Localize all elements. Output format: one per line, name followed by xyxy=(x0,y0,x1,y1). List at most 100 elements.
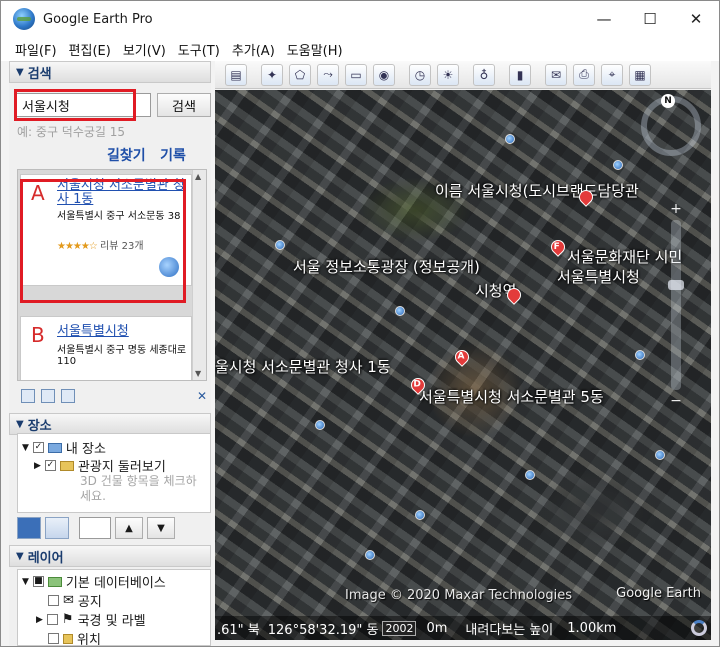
checkbox[interactable]: ■ xyxy=(32,576,44,587)
layer-label[interactable]: 공지 xyxy=(78,591,102,610)
earth-view[interactable]: 이름 서울시청(도시브랜드담당관 서울문화재단 시민 서울 정보소통광장 (정보… xyxy=(215,90,711,640)
result-title[interactable]: 서울특별시청 xyxy=(57,325,187,339)
sidebar-toggle-icon[interactable]: ▤ xyxy=(225,63,247,86)
tree-label[interactable]: 관광지 둘러보기 xyxy=(78,456,166,475)
map-label[interactable]: 서울 정보소통광장 (정보공개) xyxy=(293,256,480,277)
menu-file[interactable]: 파일(F) xyxy=(9,40,63,59)
map-label[interactable]: 서울특별시청 서소문별관 5동 xyxy=(419,386,604,407)
close-button[interactable]: ✕ xyxy=(673,1,719,37)
poi-icon[interactable] xyxy=(415,510,425,520)
email-icon[interactable]: ✉ xyxy=(545,63,567,86)
poi-icon[interactable] xyxy=(315,420,325,430)
search-panel-header[interactable]: ▼ 검색 xyxy=(9,61,211,83)
layers-panel-header[interactable]: ▼ 레이어 xyxy=(9,545,211,567)
checkbox[interactable] xyxy=(48,633,59,644)
layer-item[interactable]: 위치 xyxy=(48,629,101,645)
expand-icon[interactable]: ▼ xyxy=(22,443,29,453)
checkbox[interactable]: ✓ xyxy=(44,460,56,471)
checkbox[interactable]: ✓ xyxy=(32,442,44,453)
map-label[interactable]: 서울문화재단 시민 xyxy=(567,246,682,267)
menu-help[interactable]: 도움말(H) xyxy=(281,40,349,59)
tree-item-my-places[interactable]: ▼ ✓ 내 장소 xyxy=(22,438,106,457)
print-icon[interactable]: ⎙ xyxy=(573,63,595,86)
poi-icon[interactable] xyxy=(613,160,623,170)
directions-link[interactable]: 길찾기 xyxy=(107,148,146,164)
record-tour-icon[interactable]: ◉ xyxy=(373,63,395,86)
database-icon xyxy=(47,576,62,587)
tree-item-tour[interactable]: ▶ ✓ 관광지 둘러보기 xyxy=(34,456,166,475)
poi-icon[interactable] xyxy=(655,450,665,460)
menu-edit[interactable]: 편집(E) xyxy=(63,40,117,59)
add-folder-icon[interactable] xyxy=(21,389,35,403)
path-icon[interactable]: ⤳ xyxy=(317,63,339,86)
map-label[interactable]: 서울특별시청 xyxy=(557,266,640,287)
search-view-icon[interactable] xyxy=(17,517,41,539)
search-button[interactable]: 검색 xyxy=(157,93,211,117)
minimize-button[interactable]: — xyxy=(581,1,627,37)
scroll-down-icon[interactable]: ▼ xyxy=(195,369,201,378)
zoom-in-icon[interactable]: + xyxy=(669,202,683,216)
north-indicator[interactable]: N xyxy=(661,94,675,108)
collapse-triangle-icon: ▼ xyxy=(16,550,24,562)
menu-bar: 파일(F) 편집(E) 보기(V) 도구(T) 추가(A) 도움말(H) xyxy=(1,37,719,61)
poi-icon[interactable] xyxy=(365,550,375,560)
layer-item[interactable]: ▼ ■ 기본 데이터베이스 xyxy=(22,572,166,591)
layer-label[interactable]: 국경 및 라벨 xyxy=(78,610,146,629)
ruler-icon[interactable]: ▮ xyxy=(509,63,531,86)
result-item[interactable]: B 서울특별시청 서울특별시 중구 명동 세종대로 110 xyxy=(20,316,192,380)
results-scrollbar[interactable]: ▲ ▼ xyxy=(192,170,206,380)
copy-icon[interactable] xyxy=(41,389,55,403)
poi-icon[interactable] xyxy=(525,470,535,480)
layer-label[interactable]: 기본 데이터베이스 xyxy=(66,572,166,591)
places-panel-header[interactable]: ▼ 장소 xyxy=(9,413,211,435)
places-filter-input[interactable] xyxy=(79,517,111,539)
search-panel-title: 검색 xyxy=(27,66,52,82)
checkbox[interactable] xyxy=(46,614,58,625)
scale-end: 1.00km xyxy=(567,620,617,636)
imagery-year-badge[interactable]: 2002 xyxy=(382,620,417,636)
history-link[interactable]: 기록 xyxy=(160,148,186,164)
zoom-out-icon[interactable]: − xyxy=(669,394,683,408)
poi-icon[interactable] xyxy=(275,240,285,250)
print-icon[interactable] xyxy=(61,389,75,403)
layer-label[interactable]: 위치 xyxy=(77,629,101,645)
tree-label[interactable]: 내 장소 xyxy=(66,438,106,457)
layer-item[interactable]: ▶ ⚑ 국경 및 라벨 xyxy=(36,610,146,629)
menu-add[interactable]: 추가(A) xyxy=(226,40,281,59)
expand-icon[interactable]: ▼ xyxy=(22,577,29,587)
expand-icon[interactable]: ▶ xyxy=(34,461,41,471)
map-label[interactable]: 울시청 서소문별관 청사 1동 xyxy=(215,356,391,377)
move-down-button[interactable]: ▼ xyxy=(147,517,175,539)
scroll-up-icon[interactable]: ▲ xyxy=(195,172,201,181)
search-highlight-box xyxy=(14,89,136,121)
title-bar: Google Earth Pro — ☐ ✕ xyxy=(1,1,719,37)
maximize-button[interactable]: ☐ xyxy=(627,1,673,37)
polygon-icon[interactable]: ⬠ xyxy=(289,63,311,86)
historical-imagery-icon[interactable]: ◷ xyxy=(409,63,431,86)
loading-indicator-icon xyxy=(691,620,707,636)
latitude-readout: .61" 북 xyxy=(217,622,260,638)
save-image-icon[interactable]: ▦ xyxy=(629,63,651,86)
placemark-icon[interactable]: ✦ xyxy=(261,63,283,86)
clear-results-icon[interactable]: ✕ xyxy=(197,389,207,403)
move-up-button[interactable]: ▲ xyxy=(115,517,143,539)
planets-icon[interactable]: ♁ xyxy=(473,63,495,86)
longitude-readout: 126°58'32.19" 동 xyxy=(267,622,379,638)
layer-item[interactable]: ✉ 공지 xyxy=(48,591,102,610)
checkbox[interactable] xyxy=(48,595,59,606)
google-earth-icon xyxy=(13,8,35,30)
map-label[interactable]: 이름 서울시청(도시브랜드담당관 xyxy=(435,180,639,201)
poi-icon[interactable] xyxy=(635,350,645,360)
image-overlay-icon[interactable]: ▭ xyxy=(345,63,367,86)
panel-view-icon[interactable] xyxy=(45,517,69,539)
poi-icon[interactable] xyxy=(395,306,405,316)
view-in-maps-icon[interactable]: ⌖ xyxy=(601,63,623,86)
zoom-slider-thumb[interactable] xyxy=(668,280,684,290)
expand-icon[interactable]: ▶ xyxy=(36,615,43,625)
zoom-slider[interactable] xyxy=(668,220,684,390)
menu-view[interactable]: 보기(V) xyxy=(117,40,172,59)
result-highlight-box xyxy=(20,179,186,303)
poi-icon[interactable] xyxy=(505,134,515,144)
sunlight-icon[interactable]: ☀ xyxy=(437,63,459,86)
menu-tools[interactable]: 도구(T) xyxy=(172,40,226,59)
